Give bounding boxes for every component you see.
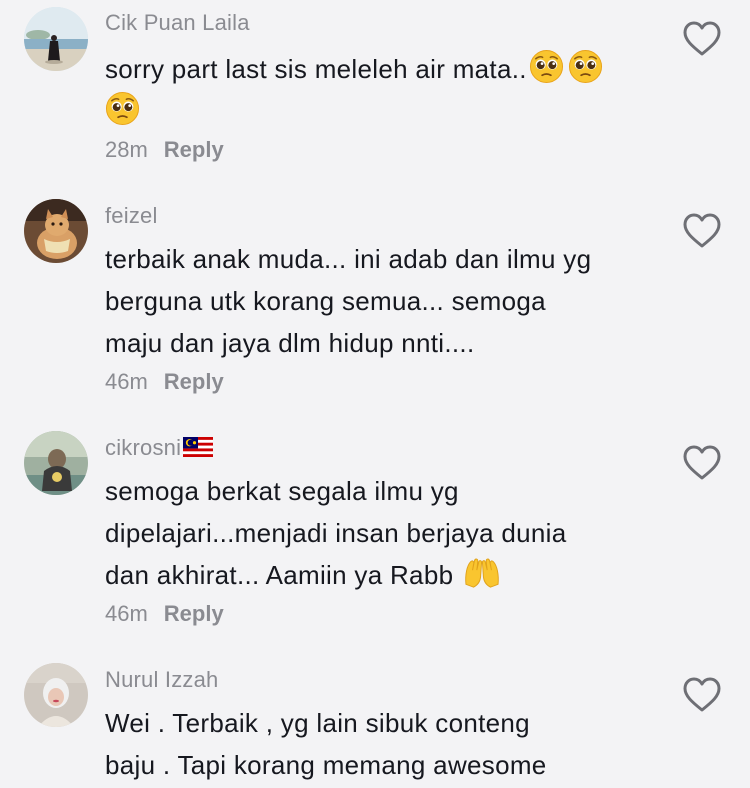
reply-button[interactable]: Reply [164, 601, 224, 626]
reply-button[interactable]: Reply [164, 137, 224, 162]
avatar[interactable] [24, 663, 88, 727]
malaysia-flag-emoji [183, 437, 214, 457]
comment-meta: 46m Reply [105, 369, 224, 395]
heart-outline-icon[interactable] [683, 677, 721, 713]
comment-username[interactable]: feizel [105, 203, 158, 229]
avatar[interactable] [24, 199, 88, 263]
comment-text: sorry part last sis meleleh air mata.. [105, 48, 665, 132]
pleading-face-emoji [105, 91, 140, 126]
avatar[interactable] [24, 431, 88, 495]
reply-button[interactable]: Reply [164, 369, 224, 394]
pleading-face-emoji [529, 49, 564, 84]
comment-meta: 46m Reply [105, 601, 224, 627]
comment-text: terbaik anak muda... ini adab dan ilmu y… [105, 244, 592, 358]
comment-username[interactable]: Cik Puan Laila [105, 10, 250, 36]
heart-outline-icon[interactable] [683, 445, 721, 481]
comment-time: 46m [105, 601, 148, 626]
comment-meta: 28m Reply [105, 137, 224, 163]
comment-username[interactable]: cikrosni [105, 435, 214, 461]
comment-text: semoga berkat segala ilmu yg dipelajari.… [105, 476, 567, 590]
avatar[interactable] [24, 7, 88, 71]
raising-hands-emoji [463, 556, 501, 590]
comment-text: Wei . Terbaik , yg lain sibuk conteng ba… [105, 708, 547, 780]
pleading-face-emoji [568, 49, 603, 84]
comment-username[interactable]: Nurul Izzah [105, 667, 218, 693]
comment-time: 46m [105, 369, 148, 394]
heart-outline-icon[interactable] [683, 213, 721, 249]
comment-time: 28m [105, 137, 148, 162]
heart-outline-icon[interactable] [683, 21, 721, 57]
